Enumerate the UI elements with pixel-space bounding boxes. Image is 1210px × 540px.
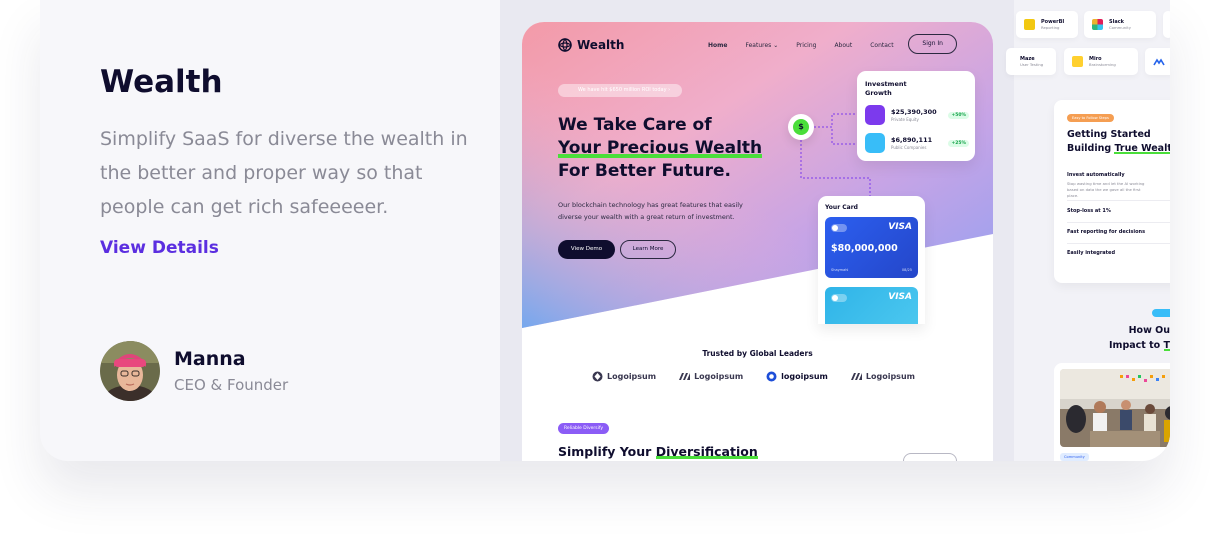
author-name: Manna: [174, 348, 246, 370]
partner-logo: Logoipsum: [679, 371, 743, 382]
community-photo-card: Community: [1054, 363, 1170, 461]
logoipsum-icon: [592, 371, 603, 382]
card-toggle: [831, 294, 847, 302]
partner-logo: logoipsum: [766, 371, 828, 382]
view-details-link[interactable]: View Details: [100, 238, 219, 258]
integration-chip-partial: [1145, 48, 1170, 75]
impact-heading: How Ou Impact to T: [1109, 325, 1170, 351]
project-title: Wealth: [100, 64, 223, 100]
miro-icon: [1072, 56, 1083, 67]
accordion-item: Stop-loss at 1%: [1067, 208, 1170, 214]
project-card: Wealth Simplify SaaS for diverse the wea…: [40, 0, 1170, 461]
visa-card-primary: VISA $80,000,000 Shaymahl 08/25: [825, 217, 918, 278]
visa-card-secondary: VISA: [825, 287, 918, 324]
accordion-item: Fast reporting for decisions: [1067, 229, 1170, 235]
avatar: [100, 341, 160, 401]
slack-icon: [1092, 19, 1103, 30]
accordion-item: Invest automatically Stop wasting time a…: [1067, 172, 1170, 199]
diversify-title: Simplify Your Diversification: [558, 444, 758, 459]
website-mockup: Wealth Home Features ⌄ Pricing About Con…: [522, 22, 993, 461]
logoipsum-icon: [850, 373, 862, 380]
impact-tag: [1152, 309, 1170, 317]
dollar-icon: $: [793, 119, 809, 135]
diversify-tag: Reliable Diversify: [558, 423, 610, 434]
author-role: CEO & Founder: [174, 376, 289, 394]
your-card-widget: Your Card VISA $80,000,000 Shaymahl 08/2…: [818, 196, 925, 324]
powerbi-icon: [1024, 19, 1035, 30]
logoipsum-icon: [766, 371, 777, 382]
integration-chip: PowerBI Reporting: [1016, 11, 1078, 38]
accordion-item: Easily integrated: [1067, 250, 1170, 256]
stage: Wealth Simplify SaaS for diverse the wea…: [0, 0, 1210, 540]
office-photo: [1060, 369, 1170, 447]
dollar-badge: $: [788, 114, 814, 140]
investment-row: $25,390,300 Private Equity +50%: [865, 105, 969, 125]
integration-chip: Miro Brainstorming: [1064, 48, 1138, 75]
design-preview[interactable]: Wealth Home Features ⌄ Pricing About Con…: [500, 0, 1170, 461]
partner-logo: Logoipsum: [592, 371, 656, 382]
integration-chip-partial: [1163, 11, 1170, 38]
community-tag: Community: [1060, 453, 1089, 461]
ghost-button: [903, 453, 957, 461]
card-toggle: [831, 224, 847, 232]
trusted-title: Trusted by Global Leaders: [702, 349, 813, 358]
partner-logo: Logoipsum: [850, 371, 915, 382]
side-panel: PowerBI Reporting Slack Community Maze User…: [1006, 0, 1170, 461]
briefcase-icon: [865, 105, 885, 125]
integration-chip: Maze User Testing: [1006, 48, 1056, 75]
author: Manna CEO & Founder: [100, 341, 288, 401]
integration-chip: Slack Community: [1084, 11, 1156, 38]
trusted-logos: Logoipsum Logoipsum logoipsum Logoipsum: [592, 371, 915, 382]
getting-started-card: Easy to Follow Steps Getting Started Bui…: [1054, 100, 1170, 283]
logoipsum-icon: [679, 373, 691, 380]
investment-row: $6,890,111 Public Companies +25%: [865, 133, 969, 153]
project-description: Simplify SaaS for diverse the wealth in …: [100, 128, 468, 218]
company-icon: [865, 133, 885, 153]
investment-growth-card: Investment Growth $25,390,300 Private Eq…: [857, 71, 975, 161]
wave-logo-icon: [1153, 58, 1165, 65]
